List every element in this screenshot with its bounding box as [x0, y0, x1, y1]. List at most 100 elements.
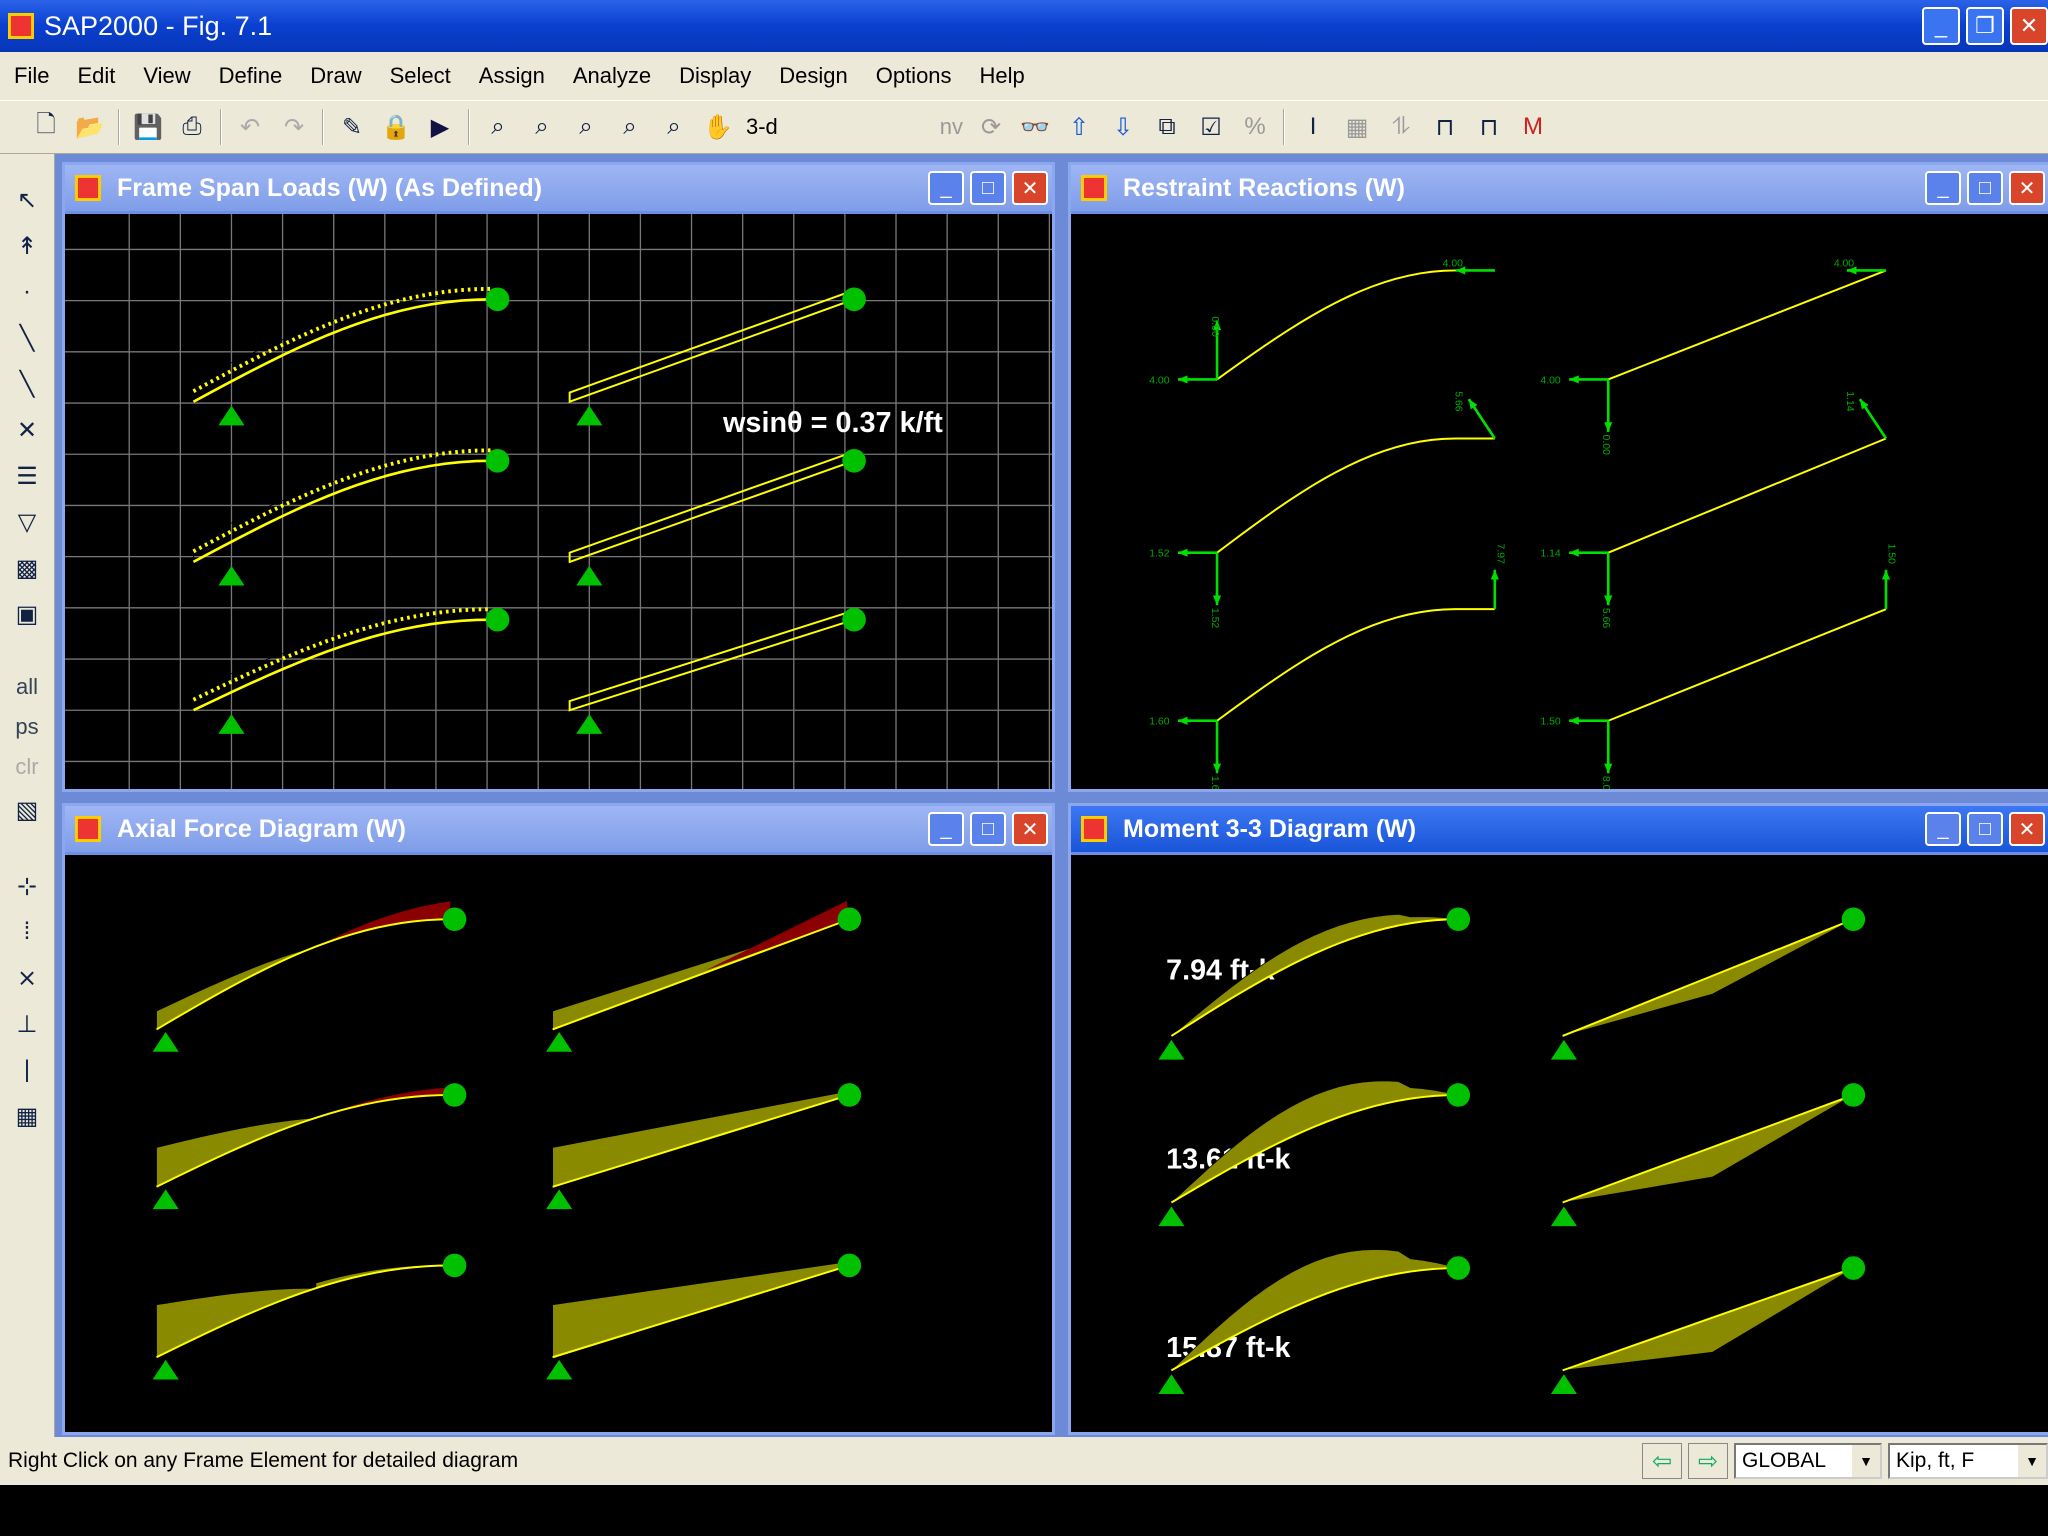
new-file-icon[interactable]: 🗋: [30, 111, 62, 143]
arrow-head: [1881, 569, 1891, 580]
arrow-right-icon[interactable]: ⇨: [1688, 1443, 1728, 1479]
close-button[interactable]: ✕: [2009, 812, 2045, 846]
quick-frame-icon[interactable]: ╲: [11, 368, 43, 400]
menu-file[interactable]: File: [14, 63, 49, 89]
link-element-icon[interactable]: ☰: [11, 460, 43, 492]
maximize-button[interactable]: □: [1967, 171, 2003, 205]
object-shrink-icon[interactable]: ⧉: [1151, 111, 1183, 143]
brace-icon[interactable]: ✕: [11, 414, 43, 446]
zoom-restore-icon[interactable]: ⌕: [526, 111, 558, 143]
frame-icon[interactable]: ⊓: [1429, 111, 1461, 143]
minimize-button[interactable]: _: [928, 171, 964, 205]
draw-frame-icon[interactable]: ╲: [11, 322, 43, 354]
arrow-left-icon[interactable]: ⇦: [1642, 1443, 1682, 1479]
maximize-button[interactable]: □: [970, 171, 1006, 205]
model-view-canvas[interactable]: wsinθ = 0.37 k/ft: [65, 214, 1052, 789]
rotate-icon[interactable]: ⟳: [975, 111, 1007, 143]
menu-options[interactable]: Options: [876, 63, 952, 89]
pointer-icon[interactable]: ↖: [11, 184, 43, 216]
previous-select-button[interactable]: ps: [15, 714, 38, 740]
menu-design[interactable]: Design: [779, 63, 847, 89]
menu-help[interactable]: Help: [980, 63, 1025, 89]
snap-lines-icon[interactable]: |: [11, 1054, 43, 1086]
roller-support-icon: [837, 1083, 862, 1107]
close-button[interactable]: ✕: [1012, 171, 1048, 205]
sap2000-logo-icon: [1081, 816, 1107, 842]
redo-icon[interactable]: ↷: [278, 111, 310, 143]
snap-ends-icon[interactable]: ⁞: [11, 916, 43, 948]
snap-grid-icon[interactable]: ▦: [11, 1100, 43, 1132]
roller-support-icon: [442, 1083, 467, 1107]
rect-area-icon[interactable]: ▩: [11, 552, 43, 584]
reshape-icon[interactable]: ↟: [11, 230, 43, 262]
quick-area-icon[interactable]: ▣: [11, 598, 43, 630]
menu-edit[interactable]: Edit: [77, 63, 115, 89]
minimize-button[interactable]: _: [928, 812, 964, 846]
open-folder-icon[interactable]: 📂: [74, 111, 106, 143]
zoom-in-icon[interactable]: ⌕: [614, 111, 646, 143]
snap-perp-icon[interactable]: ⊥: [11, 1008, 43, 1040]
pin-support-icon: [218, 405, 245, 426]
pin-support-icon: [1158, 1039, 1185, 1060]
zoom-window-icon[interactable]: ⌕: [482, 111, 514, 143]
sap2000-logo-icon: [75, 816, 101, 842]
portal-frame-icon[interactable]: ⊓: [1473, 111, 1505, 143]
link-icon[interactable]: ⥮: [1385, 111, 1417, 143]
nv-button[interactable]: nv: [940, 114, 963, 140]
axial-compression-fill: [156, 946, 316, 1031]
move-down-icon[interactable]: ⇩: [1107, 111, 1139, 143]
restore-button[interactable]: ❐: [1966, 7, 2004, 45]
coord-system-select[interactable]: GLOBAL ▼: [1734, 1443, 1882, 1479]
units-select[interactable]: Kip, ft, F ▼: [1888, 1443, 2048, 1479]
save-icon[interactable]: 💾: [132, 111, 164, 143]
set-elements-icon[interactable]: ☑: [1195, 111, 1227, 143]
section-icon[interactable]: Ι: [1297, 111, 1329, 143]
zoom-previous-icon[interactable]: ⌕: [570, 111, 602, 143]
snap-points-icon[interactable]: ⊹: [11, 870, 43, 902]
clear-select-button[interactable]: clr: [15, 754, 38, 780]
model-view-canvas[interactable]: [65, 855, 1052, 1432]
select-all-button[interactable]: all: [16, 674, 38, 700]
menu-analyze[interactable]: Analyze: [573, 63, 651, 89]
model-view-canvas[interactable]: 7.94 ft-k 13.61 ft-k 15.87 ft-k: [1071, 855, 2048, 1432]
maximize-button[interactable]: □: [970, 812, 1006, 846]
close-button[interactable]: ✕: [2010, 7, 2048, 45]
roller-support-icon: [442, 907, 467, 932]
pan-hand-icon[interactable]: ✋: [702, 111, 734, 143]
percent-icon[interactable]: %: [1239, 111, 1271, 143]
lock-icon[interactable]: 🔒: [380, 111, 412, 143]
print-icon[interactable]: ⎙: [176, 111, 208, 143]
snap-intersect-icon[interactable]: ⨯: [11, 962, 43, 994]
bridge-icon[interactable]: M: [1517, 111, 1549, 143]
close-button[interactable]: ✕: [2009, 171, 2045, 205]
arrow-head: [1604, 763, 1613, 774]
menu-define[interactable]: Define: [219, 63, 283, 89]
span-load-straight: [568, 609, 856, 712]
intersecting-line-icon[interactable]: ▧: [11, 794, 43, 826]
minimize-button[interactable]: _: [1925, 812, 1961, 846]
area-icon[interactable]: ▦: [1341, 111, 1373, 143]
move-up-icon[interactable]: ⇧: [1063, 111, 1095, 143]
undo-icon[interactable]: ↶: [234, 111, 266, 143]
perspective-icon[interactable]: 👓: [1019, 111, 1051, 143]
menu-draw[interactable]: Draw: [310, 63, 361, 89]
draw-area-icon[interactable]: ▽: [11, 506, 43, 538]
view-3d-button[interactable]: 3-d: [746, 114, 778, 140]
run-analysis-icon[interactable]: ▶: [424, 111, 456, 143]
maximize-button[interactable]: □: [1967, 812, 2003, 846]
menu-display[interactable]: Display: [679, 63, 751, 89]
zoom-out-icon[interactable]: ⌕: [658, 111, 690, 143]
joint-icon[interactable]: ·: [11, 276, 43, 308]
menu-select[interactable]: Select: [390, 63, 451, 89]
pencil-icon[interactable]: ✎: [336, 111, 368, 143]
menu-assign[interactable]: Assign: [479, 63, 545, 89]
model-view-canvas[interactable]: 4.00 0.00 4.00 4.00 0.00 4.00 1.52 1.52 5.66 1.14…: [1071, 214, 2048, 789]
arrow-head: [1569, 716, 1579, 725]
menu-view[interactable]: View: [143, 63, 190, 89]
close-button[interactable]: ✕: [1012, 812, 1048, 846]
app-titlebar: SAP2000 - Fig. 7.1 _ ❐ ✕: [0, 0, 2048, 52]
minimize-button[interactable]: _: [1925, 171, 1961, 205]
arrow-head: [1604, 422, 1613, 432]
minimize-button[interactable]: _: [1922, 7, 1960, 45]
span-load-curved: [193, 457, 492, 563]
